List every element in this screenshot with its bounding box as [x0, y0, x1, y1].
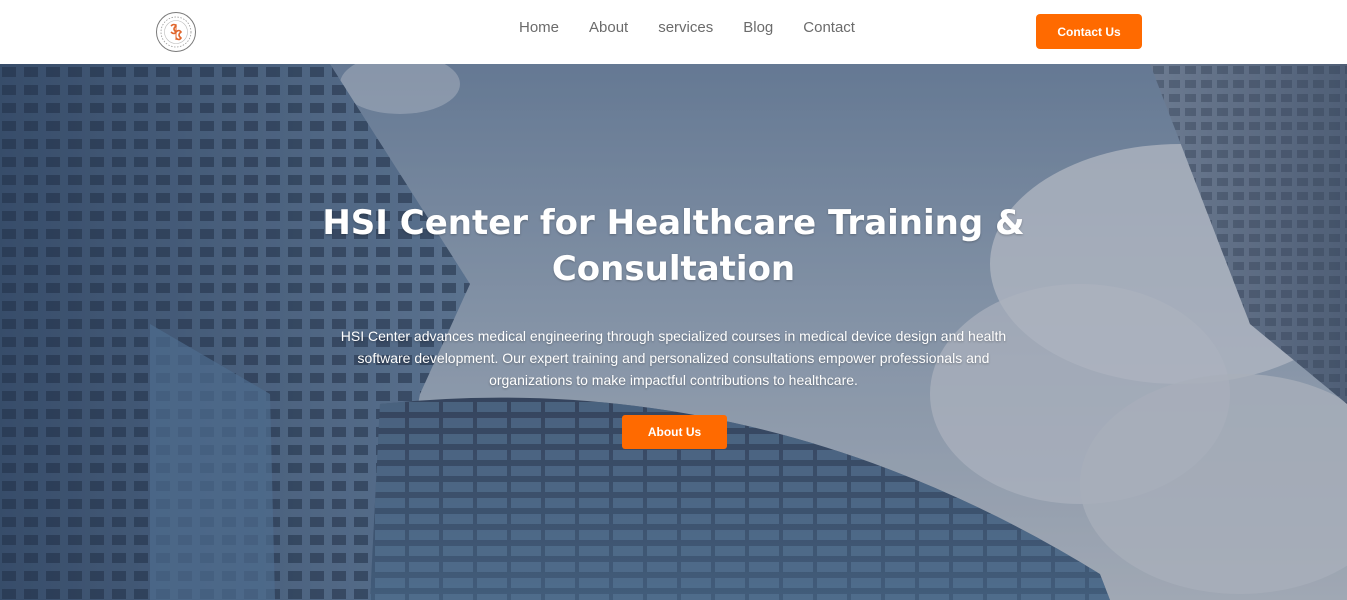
site-header: Home About services Blog Contact Contact… — [0, 0, 1347, 64]
nav-about-link[interactable]: About — [574, 18, 643, 38]
main-nav: Home About services Blog Contact — [504, 18, 870, 38]
nav-home-link[interactable]: Home — [504, 18, 574, 38]
hero-title: HSI Center for Healthcare Training & Con… — [322, 203, 1025, 289]
hero-section: HSI Center for Healthcare Training & Con… — [0, 64, 1347, 600]
contact-us-button[interactable]: Contact Us — [1036, 14, 1142, 49]
hsi-logo-icon[interactable] — [156, 12, 196, 52]
nav-services-link[interactable]: services — [643, 18, 728, 38]
hero-description: HSI Center advances medical engineering … — [340, 328, 1007, 388]
about-us-button[interactable]: About Us — [622, 415, 727, 449]
nav-blog-link[interactable]: Blog — [728, 18, 788, 38]
nav-contact-link[interactable]: Contact — [788, 18, 870, 38]
